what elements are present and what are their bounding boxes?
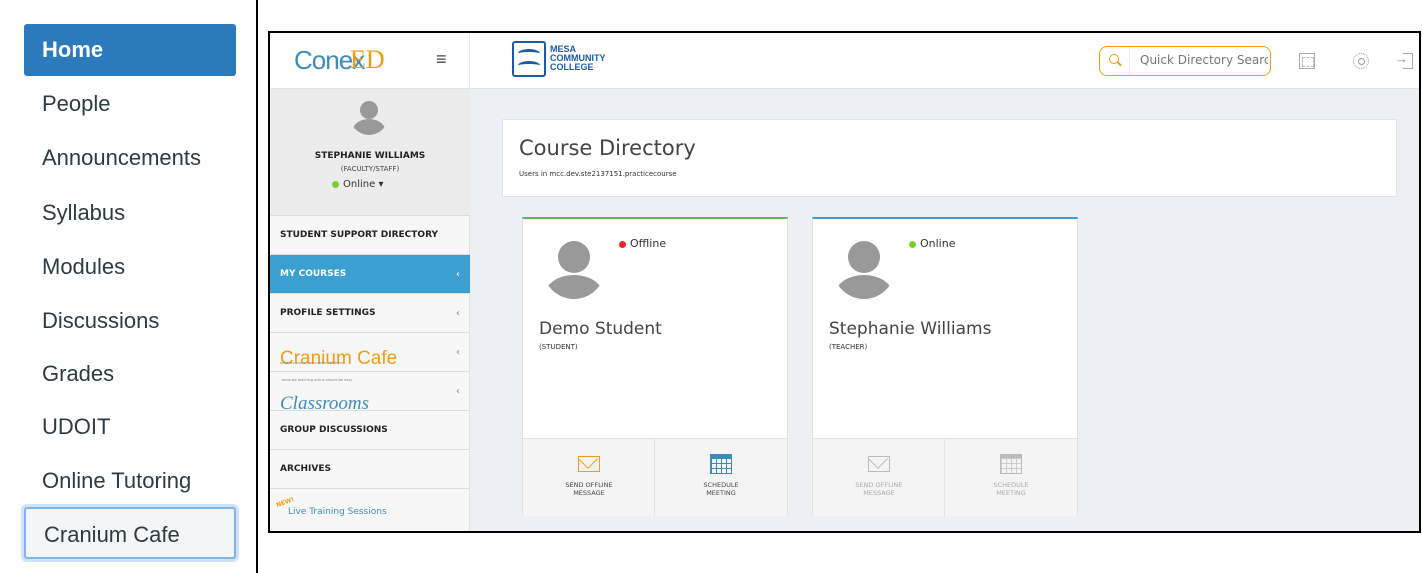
nav-modules[interactable]: Modules <box>24 241 236 293</box>
logo-text-ed: ED <box>350 45 385 74</box>
course-navigation: Home People Announcements Syllabus Modul… <box>0 0 258 573</box>
chevron-left-icon: ‹ <box>456 269 460 280</box>
action-label: SCHEDULE MEETING <box>993 481 1029 497</box>
sidebar-item-label: PROFILE SETTINGS <box>280 308 376 318</box>
nav-syllabus[interactable]: Syllabus <box>24 187 236 239</box>
sidebar-item-student-support-directory[interactable]: STUDENT SUPPORT DIRECTORY <box>270 216 470 255</box>
offline-status-icon <box>619 240 626 248</box>
status-dropdown[interactable]: Online ▾ <box>332 179 383 190</box>
page-title: Course Directory <box>519 136 696 160</box>
nav-discussions[interactable]: Discussions <box>24 295 236 347</box>
send-offline-message-button[interactable]: SEND OFFLINE MESSAGE <box>523 439 655 517</box>
gear-icon[interactable] <box>1353 53 1369 69</box>
top-bar: Conex ED ≡ MESA COMMUNITY COLLEGE <box>270 33 1419 89</box>
sidebar-item-classrooms[interactable]: because teaching online should be easy C… <box>270 372 470 414</box>
caret-down-icon: ▾ <box>378 179 384 190</box>
action-label: SCHEDULE MEETING <box>703 481 739 497</box>
status-label: Online <box>343 179 376 190</box>
hamburger-menu-icon[interactable]: ≡ <box>436 49 447 70</box>
online-status-icon <box>332 180 339 188</box>
status-badge: Offline <box>619 237 666 250</box>
nav-announcements[interactable]: Announcements <box>24 132 236 184</box>
page-subtitle: Users in mcc.dev.ste2137151.practicecour… <box>519 170 677 178</box>
calendar-icon[interactable] <box>1299 53 1315 69</box>
calendar-icon <box>710 454 732 474</box>
action-label: SEND OFFLINE MESSAGE <box>855 481 903 497</box>
user-name: Demo Student <box>539 319 662 339</box>
search-icon[interactable] <box>1100 47 1130 75</box>
online-status-icon <box>909 240 916 248</box>
profile-name: STEPHANIE WILLIAMS <box>314 151 426 161</box>
conexed-sidebar: STEPHANIE WILLIAMS (FACULTY/STAFF) Onlin… <box>270 89 470 531</box>
quick-directory-search[interactable] <box>1099 46 1271 76</box>
avatar <box>833 237 895 299</box>
classrooms-tagline: because teaching online should be easy <box>282 378 353 382</box>
card-actions: SEND OFFLINE MESSAGE SCHEDULE MEETING <box>813 438 1077 517</box>
chevron-left-icon: ‹ <box>456 347 460 358</box>
user-role: (TEACHER) <box>829 343 868 351</box>
mesa-college-logo: MESA COMMUNITY COLLEGE <box>512 41 627 81</box>
mesa-logo-mark <box>512 41 546 77</box>
card-actions: SEND OFFLINE MESSAGE SCHEDULE MEETING <box>523 438 787 517</box>
user-card-demo-student: Offline Demo Student (STUDENT) SEND OFFL… <box>522 217 788 517</box>
sidebar-item-my-courses[interactable]: MY COURSES ‹ <box>270 255 470 294</box>
send-offline-message-button: SEND OFFLINE MESSAGE <box>813 439 945 517</box>
schedule-meeting-button: SCHEDULE MEETING <box>945 439 1077 517</box>
sidebar-item-label: MY COURSES <box>280 269 347 279</box>
conexed-logo[interactable]: Conex ED ≡ <box>270 33 470 89</box>
sidebar-item-profile-settings[interactable]: PROFILE SETTINGS ‹ <box>270 294 470 333</box>
user-card-stephanie-williams: Online Stephanie Williams (TEACHER) SEND… <box>812 217 1078 517</box>
avatar <box>350 97 388 135</box>
mesa-logo-text: MESA COMMUNITY COLLEGE <box>550 44 606 72</box>
schedule-meeting-button[interactable]: SCHEDULE MEETING <box>655 439 787 517</box>
sidebar-item-group-discussions[interactable]: GROUP DISCUSSIONS <box>270 411 470 450</box>
course-directory-header: Course Directory Users in mcc.dev.ste213… <box>502 119 1397 197</box>
logout-icon[interactable] <box>1395 51 1413 69</box>
envelope-icon <box>868 456 890 472</box>
status-badge: Online <box>909 237 955 250</box>
action-label: SEND OFFLINE MESSAGE <box>565 481 613 497</box>
nav-udoit[interactable]: UDOIT <box>24 401 236 453</box>
user-name: Stephanie Williams <box>829 319 992 339</box>
sidebar-item-archives[interactable]: ARCHIVES <box>270 450 470 489</box>
sidebar-item-cranium-cafe[interactable]: Cranium Cafe because human connection ma… <box>270 333 470 372</box>
calendar-icon <box>1000 454 1022 474</box>
nav-grades[interactable]: Grades <box>24 348 236 400</box>
user-profile-panel: STEPHANIE WILLIAMS (FACULTY/STAFF) Onlin… <box>270 89 470 216</box>
nav-people[interactable]: People <box>24 78 236 130</box>
chevron-left-icon: ‹ <box>456 308 460 319</box>
chevron-left-icon: ‹ <box>456 386 460 397</box>
avatar <box>543 237 605 299</box>
envelope-icon <box>578 456 600 472</box>
conexed-app-frame: Conex ED ≡ MESA COMMUNITY COLLEGE STEPHA… <box>268 31 1421 533</box>
nav-home[interactable]: Home <box>24 24 236 76</box>
user-role: (STUDENT) <box>539 343 578 351</box>
profile-role: (FACULTY/STAFF) <box>340 165 400 173</box>
nav-online-tutoring[interactable]: Online Tutoring <box>24 455 236 507</box>
live-training-label: Live Training Sessions <box>288 507 387 517</box>
cranium-cafe-tagline: because human connection matters <box>280 361 344 365</box>
search-input[interactable] <box>1140 53 1268 67</box>
nav-cranium-cafe[interactable]: Cranium Cafe <box>24 507 236 559</box>
